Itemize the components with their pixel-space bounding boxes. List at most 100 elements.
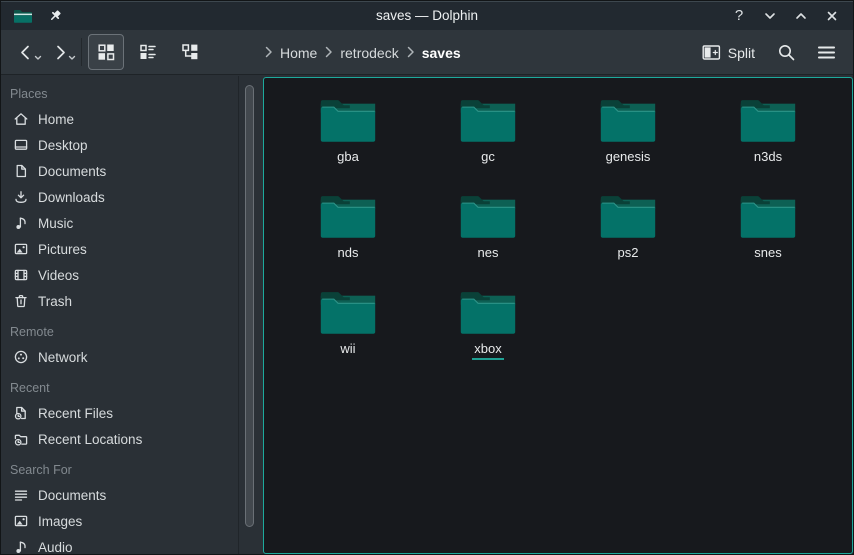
folder-item-ps2[interactable]: ps2 (558, 184, 698, 280)
sidebar-item-label: Downloads (38, 190, 105, 205)
sidebar-scrollbar[interactable] (245, 85, 254, 527)
sidebar-item-label: Home (38, 112, 74, 127)
text-lines-icon (12, 487, 29, 504)
folder-icon (319, 192, 377, 240)
folder-icon (319, 96, 377, 144)
pin-icon[interactable] (47, 8, 63, 24)
filmstrip-icon (12, 267, 29, 284)
maximize-button[interactable] (790, 5, 812, 27)
minimize-button[interactable] (759, 5, 781, 27)
search-button[interactable] (769, 36, 803, 70)
titlebar-buttons: ? (728, 1, 843, 30)
close-button[interactable] (821, 5, 843, 27)
sidebar-item-downloads[interactable]: Downloads (1, 184, 238, 210)
folder-item-gc[interactable]: gc (418, 88, 558, 184)
sidebar-item-videos[interactable]: Videos (1, 262, 238, 288)
folder-icon (739, 96, 797, 144)
icons-view-button[interactable] (88, 34, 124, 70)
folder-label: nds (336, 245, 361, 264)
folder-label: gc (479, 149, 497, 168)
toolbar-right-group: Split (694, 30, 843, 75)
sidebar-item-label: Recent Files (38, 406, 113, 421)
folder-label: xbox (472, 341, 503, 360)
download-icon (12, 189, 29, 206)
folder-item-snes[interactable]: snes (698, 184, 838, 280)
folder-label: nes (476, 245, 501, 264)
sidebar-item-label: Documents (38, 488, 106, 503)
image-icon (12, 241, 29, 258)
forward-button[interactable] (43, 35, 77, 69)
sidebar-item-label: Images (38, 514, 82, 529)
folder-item-nes[interactable]: nes (418, 184, 558, 280)
sidebar-item-label: Trash (38, 294, 72, 309)
details-tree-view-button[interactable] (172, 34, 208, 70)
sidebar-item-search-audio[interactable]: Audio (1, 534, 238, 554)
split-view-icon (702, 44, 721, 61)
titlebar: saves — Dolphin ? (1, 1, 853, 30)
places-panel: Places Home Desktop Documents Downloads … (1, 76, 239, 554)
breadcrumb: Home retrodeck saves (264, 30, 461, 75)
folder-item-wii[interactable]: wii (278, 280, 418, 376)
chevron-right-icon (324, 45, 333, 61)
hamburger-menu-button[interactable] (809, 36, 843, 70)
help-button[interactable]: ? (728, 5, 750, 27)
sidebar-item-home[interactable]: Home (1, 106, 238, 132)
section-header-recent: Recent (1, 380, 238, 396)
sidebar-item-documents[interactable]: Documents (1, 158, 238, 184)
toolbar-separator (81, 38, 82, 66)
sidebar-item-pictures[interactable]: Pictures (1, 236, 238, 262)
breadcrumb-retrodeck[interactable]: retrodeck (340, 45, 398, 61)
compact-view-button[interactable] (130, 34, 166, 70)
folder-view-panel[interactable]: gba gc genesis (263, 77, 853, 554)
breadcrumb-saves[interactable]: saves (422, 45, 461, 61)
split-view-button[interactable]: Split (694, 36, 763, 70)
back-button[interactable] (9, 35, 43, 69)
recent-file-icon (12, 405, 29, 422)
sidebar-item-recent-files[interactable]: Recent Files (1, 400, 238, 426)
sidebar-item-search-documents[interactable]: Documents (1, 482, 238, 508)
music-note-icon (12, 539, 29, 555)
folder-icon (739, 192, 797, 240)
folder-item-n3ds[interactable]: n3ds (698, 88, 838, 184)
sidebar-item-recent-locations[interactable]: Recent Locations (1, 426, 238, 452)
window-title: saves — Dolphin (1, 8, 853, 23)
forward-history-caret[interactable] (68, 48, 76, 66)
sidebar-item-label: Network (38, 350, 88, 365)
folder-item-xbox[interactable]: xbox (418, 280, 558, 376)
section-header-search-for: Search For (1, 462, 238, 478)
desktop-icon (12, 137, 29, 154)
sidebar-item-search-images[interactable]: Images (1, 508, 238, 534)
folder-label: ps2 (616, 245, 641, 264)
folder-item-gba[interactable]: gba (278, 88, 418, 184)
folder-icon (459, 96, 517, 144)
magnifier-icon (777, 43, 796, 62)
sidebar-item-label: Audio (38, 540, 73, 555)
dolphin-window: saves — Dolphin ? (0, 0, 854, 555)
folder-icon (599, 192, 657, 240)
folder-label: gba (335, 149, 361, 168)
document-icon (12, 163, 29, 180)
sidebar-item-trash[interactable]: Trash (1, 288, 238, 314)
sidebar-item-label: Pictures (38, 242, 87, 257)
sidebar-item-network[interactable]: Network (1, 344, 238, 370)
toolbar: Home retrodeck saves Split (1, 30, 853, 75)
split-button-label: Split (728, 45, 755, 61)
sidebar-item-desktop[interactable]: Desktop (1, 132, 238, 158)
sidebar-item-label: Desktop (38, 138, 88, 153)
music-note-icon (12, 215, 29, 232)
chevron-right-icon (406, 45, 415, 61)
folder-icon (459, 192, 517, 240)
section-header-remote: Remote (1, 324, 238, 340)
sidebar-item-music[interactable]: Music (1, 210, 238, 236)
folder-item-genesis[interactable]: genesis (558, 88, 698, 184)
sidebar-item-label: Documents (38, 164, 106, 179)
folder-label: snes (752, 245, 783, 264)
breadcrumb-home[interactable]: Home (280, 45, 317, 61)
folder-label: genesis (604, 149, 653, 168)
back-history-caret[interactable] (34, 48, 42, 66)
hamburger-icon (817, 44, 836, 61)
folder-grid: gba gc genesis (264, 78, 852, 376)
sidebar-item-label: Videos (38, 268, 79, 283)
folder-item-nds[interactable]: nds (278, 184, 418, 280)
image-icon (12, 513, 29, 530)
